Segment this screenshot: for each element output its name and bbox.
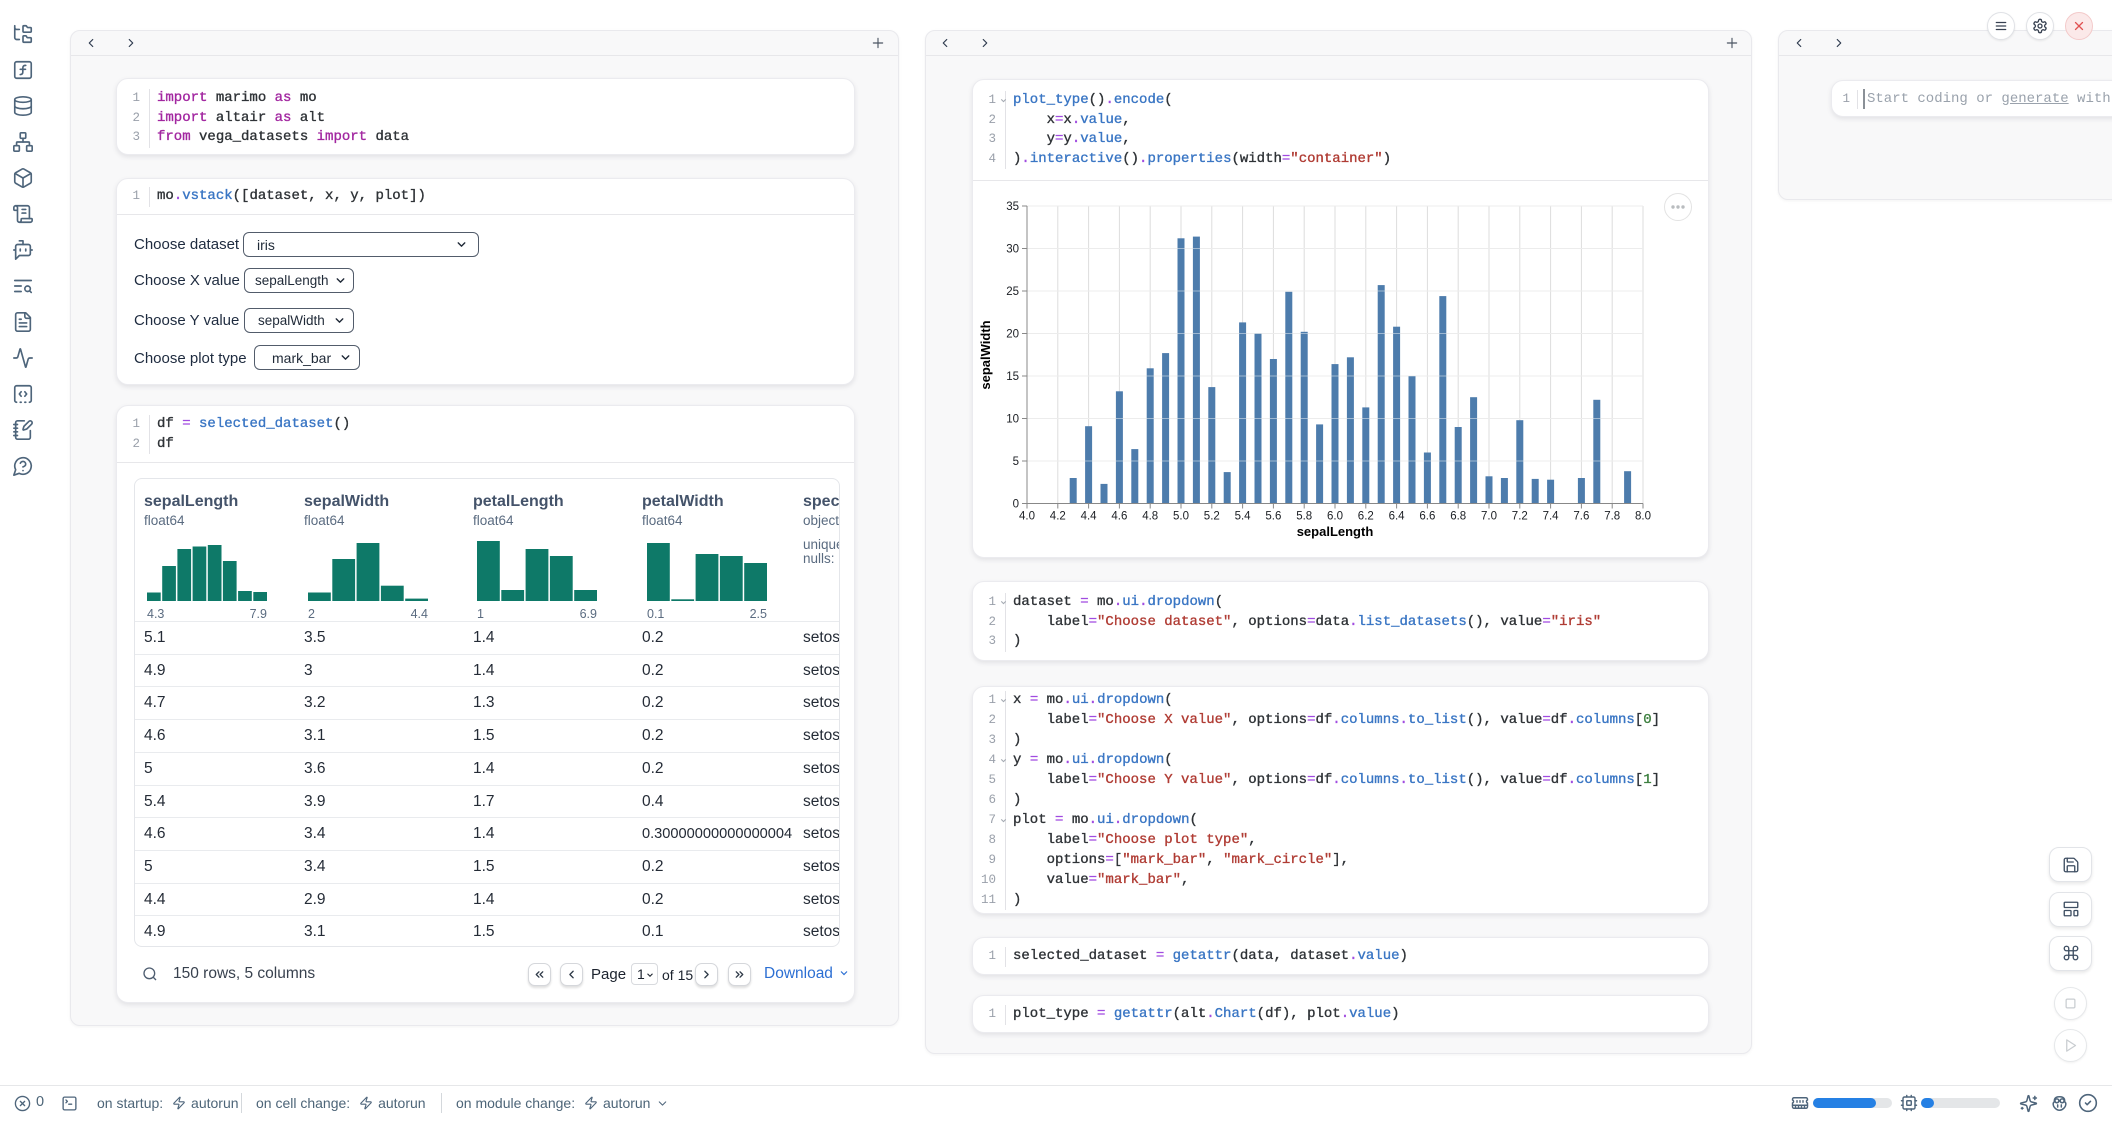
svg-text:6.6: 6.6 <box>1419 511 1435 523</box>
svg-text:5.2: 5.2 <box>1204 511 1220 523</box>
svg-text:10: 10 <box>1006 414 1019 426</box>
svg-text:5.0: 5.0 <box>1173 511 1189 523</box>
svg-text:8.0: 8.0 <box>1635 511 1651 523</box>
svg-text:6.8: 6.8 <box>1450 511 1466 523</box>
svg-text:5.8: 5.8 <box>1296 511 1312 523</box>
svg-text:4.8: 4.8 <box>1142 511 1158 523</box>
svg-text:15: 15 <box>1006 371 1019 383</box>
svg-text:5: 5 <box>1013 456 1019 468</box>
svg-text:7.8: 7.8 <box>1604 511 1620 523</box>
svg-text:sepalLength: sepalLength <box>1297 524 1374 539</box>
svg-text:20: 20 <box>1006 329 1019 341</box>
svg-text:0: 0 <box>1013 499 1019 511</box>
svg-text:4.6: 4.6 <box>1111 511 1127 523</box>
svg-text:30: 30 <box>1006 244 1019 256</box>
svg-text:5.6: 5.6 <box>1265 511 1281 523</box>
svg-text:7.6: 7.6 <box>1573 511 1589 523</box>
svg-text:6.4: 6.4 <box>1389 511 1406 523</box>
svg-text:4.4: 4.4 <box>1081 511 1098 523</box>
svg-text:sepalWidth: sepalWidth <box>978 320 993 389</box>
svg-text:6.0: 6.0 <box>1327 511 1343 523</box>
svg-text:5.4: 5.4 <box>1235 511 1252 523</box>
svg-text:6.2: 6.2 <box>1358 511 1374 523</box>
svg-text:4.0: 4.0 <box>1019 511 1035 523</box>
svg-text:7.4: 7.4 <box>1543 511 1560 523</box>
svg-text:35: 35 <box>1006 201 1019 213</box>
svg-text:7.0: 7.0 <box>1481 511 1497 523</box>
svg-text:7.2: 7.2 <box>1512 511 1528 523</box>
svg-text:4.2: 4.2 <box>1050 511 1066 523</box>
svg-text:25: 25 <box>1006 286 1019 298</box>
